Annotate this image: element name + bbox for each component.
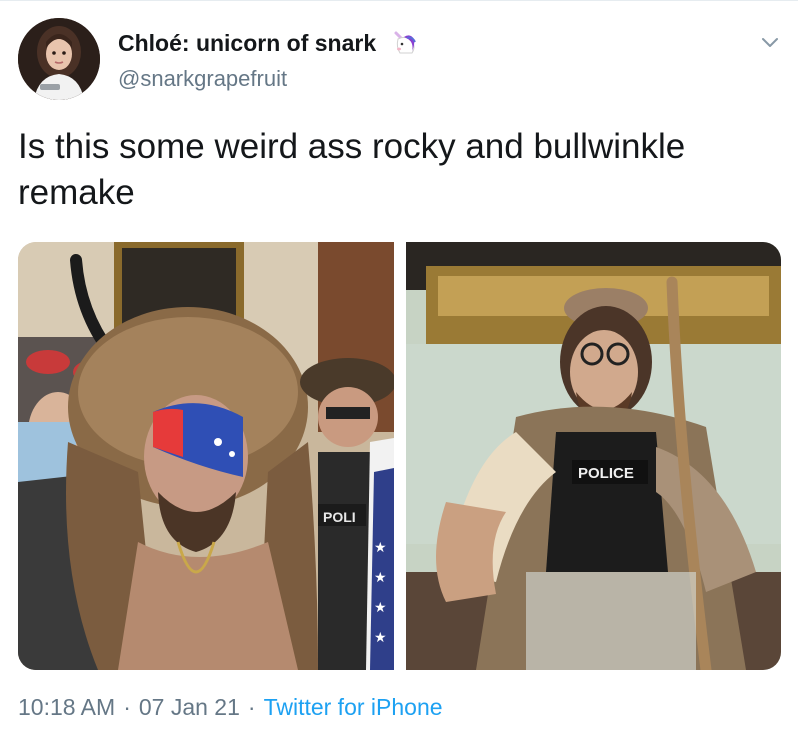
unicorn-icon bbox=[386, 27, 418, 59]
media-photo-left[interactable]: POLI ★ ★ ★ ★ bbox=[18, 242, 394, 670]
svg-text:★: ★ bbox=[374, 599, 387, 615]
meta-separator: · bbox=[247, 693, 256, 720]
tweet-text: Is this some weird ass rocky and bullwin… bbox=[18, 127, 686, 212]
tweet-source-link[interactable]: Twitter for iPhone bbox=[264, 694, 443, 721]
meta-separator: · bbox=[123, 693, 131, 720]
display-name[interactable]: Chloé: unicorn of snark bbox=[118, 30, 376, 57]
chevron-down-icon[interactable] bbox=[758, 30, 782, 54]
display-name-row: Chloé: unicorn of snark bbox=[118, 26, 418, 60]
tweet-card: Chloé: unicorn of snark @snarkgrapefruit… bbox=[0, 0, 798, 732]
tweet-date[interactable]: 07 Jan 21 bbox=[139, 694, 240, 721]
username-handle[interactable]: @snarkgrapefruit bbox=[118, 66, 287, 92]
svg-text:★: ★ bbox=[374, 629, 387, 645]
vest-badge-left: POLI bbox=[323, 509, 356, 525]
svg-text:★: ★ bbox=[374, 569, 387, 585]
tweet-time[interactable]: 10:18 AM bbox=[18, 694, 115, 721]
svg-text:★: ★ bbox=[374, 539, 387, 555]
vest-badge-right: POLICE bbox=[578, 465, 634, 482]
media-photo-right[interactable]: POLICE bbox=[406, 242, 781, 670]
avatar[interactable] bbox=[18, 18, 100, 100]
tweet-metadata: 10:18 AM · 07 Jan 21 · Twitter for iPhon… bbox=[18, 690, 443, 724]
media-grid: POLI ★ ★ ★ ★ POLICE bbox=[18, 242, 781, 670]
